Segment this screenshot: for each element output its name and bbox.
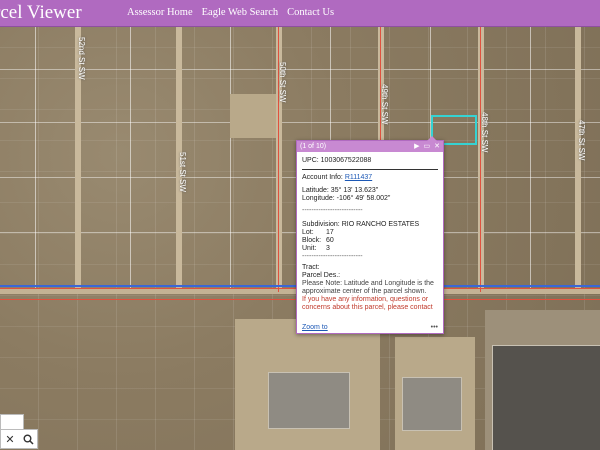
dock-icon[interactable]: ▭	[424, 143, 431, 150]
street-label: 47th St SW	[577, 120, 586, 161]
parcel-boundary	[480, 27, 481, 292]
lot-row: Lot: 17	[302, 229, 438, 237]
unit-row: Unit: 3	[302, 245, 438, 253]
location-note: Please Note: Latitude and Longitude is t…	[302, 280, 434, 295]
popup-pointer	[427, 136, 437, 141]
contact-note: If you have any information, questions o…	[302, 296, 433, 311]
lot-line	[35, 27, 36, 292]
account-link[interactable]: R111437	[345, 174, 372, 181]
block-label: Block:	[302, 237, 322, 244]
close-icon[interactable]: ✕	[434, 143, 440, 150]
unit-value: 3	[326, 245, 330, 252]
upc-field: UPC: 1003067522088	[302, 157, 372, 164]
subdivision-field: Subdivision: RIO RANCHO ESTATES	[302, 221, 420, 228]
substation	[268, 372, 350, 429]
street-label: 52nd St SW	[77, 37, 86, 80]
nav-contact-us[interactable]: Contact Us	[287, 7, 334, 18]
app-header: rcel Viewer Assessor Home Eagle Web Sear…	[0, 0, 600, 27]
zoom-to-link[interactable]: Zoom to	[302, 324, 328, 331]
block-value: 60	[326, 237, 334, 244]
search-input[interactable]	[0, 414, 24, 430]
unit-label: Unit:	[302, 245, 317, 252]
clear-icon[interactable]: ✕	[1, 430, 19, 448]
account-label: Account Info:	[302, 174, 343, 181]
lot-value: 17	[326, 229, 334, 236]
divider	[302, 169, 438, 170]
parcel-popup: (1 of 10) ▶ ▭ ✕ UPC: 1003067522088 Accou…	[296, 136, 444, 334]
latitude-field: Latitude: 35° 13' 13.623"	[302, 187, 379, 194]
parcel-des-field: Parcel Des.:	[302, 272, 341, 279]
parking-lot	[492, 345, 600, 450]
popup-count: (1 of 10)	[300, 143, 327, 150]
account-info: Account Info: R111437	[302, 174, 438, 182]
tract-field: Tract:	[302, 264, 320, 271]
search-controls: ✕	[0, 429, 38, 449]
search-icon[interactable]	[19, 430, 37, 448]
nav-eagle-web-search[interactable]: Eagle Web Search	[202, 7, 279, 18]
lot-line	[0, 69, 600, 70]
more-actions-icon[interactable]: •••	[431, 324, 438, 331]
cleared-lot	[230, 94, 276, 138]
popup-body: UPC: 1003067522088 Account Info: R111437…	[297, 152, 443, 312]
dash-separator: --------------------------	[302, 207, 363, 214]
lot-line	[0, 122, 600, 123]
nav-assessor-home[interactable]: Assessor Home	[127, 7, 193, 18]
road	[478, 27, 484, 292]
popup-tools: ▶ ▭ ✕	[414, 143, 440, 150]
street-label: 50th St SW	[278, 62, 287, 103]
next-feature-icon[interactable]: ▶	[414, 143, 419, 150]
popup-header: (1 of 10) ▶ ▭ ✕	[297, 141, 443, 152]
lot-line	[130, 27, 131, 292]
street-label: 51st St SW	[178, 152, 187, 193]
block-row: Block: 60	[302, 237, 438, 245]
street-label: 48th St SW	[480, 112, 489, 153]
popup-footer: Zoom to •••	[302, 324, 438, 331]
street-label: 49th St SW	[380, 84, 389, 125]
lot-label: Lot:	[302, 229, 314, 236]
app-title: rcel Viewer	[0, 2, 82, 23]
longitude-field: Longitude: -106° 49' 58.002"	[302, 195, 391, 202]
top-nav: Assessor Home Eagle Web Search Contact U…	[127, 7, 334, 18]
lot-line	[530, 27, 531, 292]
substation	[402, 377, 462, 431]
lot-line	[230, 27, 231, 292]
dash-separator: --------------------------	[302, 253, 363, 260]
